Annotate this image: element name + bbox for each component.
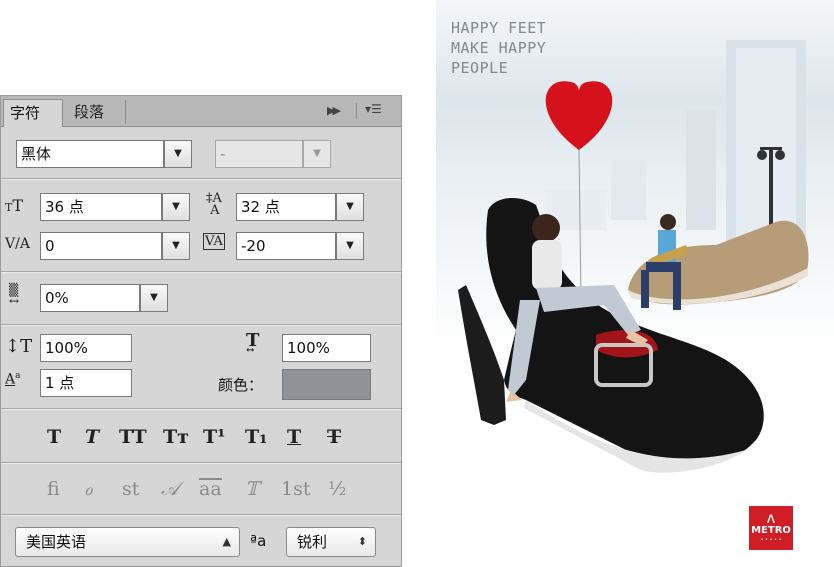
leading-field[interactable]: 32 点 bbox=[236, 193, 336, 221]
poster-headline: HAPPY FEET MAKE HAPPY PEOPLE bbox=[451, 18, 546, 78]
font-family-field[interactable]: 黑体 bbox=[16, 140, 164, 168]
antialias-select[interactable]: 锐利 ⬍ bbox=[286, 527, 376, 557]
subscript-button[interactable]: T₁ bbox=[245, 426, 267, 448]
font-size-field[interactable]: 36 点 bbox=[40, 193, 162, 221]
fractions-button[interactable]: ½ bbox=[328, 478, 346, 500]
faux-bold-button[interactable]: T bbox=[47, 426, 61, 448]
tracking-icon: VA bbox=[203, 233, 225, 250]
language-value: 美国英语 bbox=[26, 533, 87, 551]
language-select[interactable]: 美国英语 ▲ bbox=[15, 527, 240, 557]
chevron-down-icon: ▼ bbox=[346, 240, 354, 251]
building bbox=[686, 110, 716, 230]
divider bbox=[1, 271, 401, 273]
stylistic-alternates-button[interactable]: aa bbox=[199, 478, 222, 499]
all-caps-button[interactable]: TT bbox=[119, 426, 147, 448]
old-style-button[interactable]: ℴ bbox=[84, 478, 93, 500]
horizontal-scale-field[interactable]: 100% bbox=[282, 334, 371, 362]
chevron-down-icon: ▼ bbox=[346, 201, 354, 212]
kerning-icon: V/A bbox=[5, 236, 30, 252]
small-caps-button[interactable]: Tт bbox=[163, 426, 189, 448]
font-size-icon: TT bbox=[5, 196, 24, 215]
kerning-dropdown[interactable]: ▼ bbox=[162, 232, 190, 260]
baseline-shift-field[interactable]: 1 点 bbox=[40, 369, 132, 397]
divider bbox=[1, 408, 401, 410]
divider bbox=[1, 514, 401, 516]
tsume-dropdown[interactable]: ▼ bbox=[140, 284, 168, 312]
font-style-dropdown[interactable]: ▼ bbox=[303, 140, 331, 168]
kerning-field[interactable]: 0 bbox=[40, 232, 162, 260]
font-style-field[interactable]: - bbox=[215, 140, 303, 168]
leading-dropdown[interactable]: ▼ bbox=[336, 193, 364, 221]
logo-text: METRO bbox=[751, 525, 791, 536]
tsume-icon: ▒ ↔ bbox=[9, 283, 20, 308]
logo-dots: • • • • • bbox=[760, 537, 782, 543]
swash-button[interactable]: 𝒜 bbox=[161, 478, 179, 500]
antialias-icon: ªa bbox=[250, 532, 267, 550]
headline-line: PEOPLE bbox=[451, 59, 509, 77]
panel-menu-icon[interactable]: ▾☰ bbox=[365, 102, 382, 116]
poster-artwork bbox=[458, 40, 809, 473]
tracking-dropdown[interactable]: ▼ bbox=[336, 232, 364, 260]
font-family-dropdown[interactable]: ▼ bbox=[164, 140, 192, 168]
color-label: 颜色： bbox=[218, 376, 264, 394]
discretionary-ligatures-button[interactable]: st bbox=[122, 478, 139, 500]
heel bbox=[458, 285, 506, 425]
tracking-field[interactable]: -20 bbox=[236, 232, 336, 260]
leading-icon: ‡A A bbox=[206, 191, 222, 218]
chevron-down-icon: ▼ bbox=[172, 240, 180, 251]
headline-line: HAPPY FEET bbox=[451, 19, 547, 37]
underline-button[interactable]: T bbox=[287, 426, 301, 448]
headline-line: MAKE HAPPY bbox=[451, 39, 547, 57]
antialias-value: 锐利 bbox=[297, 533, 328, 551]
tab-divider bbox=[125, 100, 126, 124]
faux-italic-button[interactable]: T bbox=[85, 426, 99, 448]
lamp-post bbox=[769, 150, 773, 230]
tsume-field[interactable]: 0% bbox=[40, 284, 140, 312]
panel-tab-bar: 字符 段落 ▶▶ ▾☰ bbox=[1, 96, 401, 127]
vertical-scale-field[interactable]: 100% bbox=[40, 334, 132, 362]
chevron-down-icon: ▼ bbox=[172, 201, 180, 212]
metro-logo: ᴧ METRO • • • • • bbox=[749, 506, 793, 550]
strikethrough-button[interactable]: T bbox=[327, 426, 341, 448]
chevron-down-icon: ▼ bbox=[174, 148, 182, 159]
collapse-panel-icon[interactable]: ▶▶ bbox=[327, 104, 341, 117]
tab-paragraph[interactable]: 段落 bbox=[65, 99, 113, 125]
ligatures-button[interactable]: fi bbox=[47, 478, 60, 500]
poster-image: HAPPY FEET MAKE HAPPY PEOPLE ᴧ METRO • •… bbox=[436, 0, 834, 567]
font-size-dropdown[interactable]: ▼ bbox=[162, 193, 190, 221]
divider bbox=[1, 324, 401, 326]
ordinals-button[interactable]: 1st bbox=[281, 478, 310, 500]
character-panel: 字符 段落 ▶▶ ▾☰ 黑体 ▼ - ▼ TT 36 点 ▼ ‡A A 32 点… bbox=[0, 95, 402, 567]
updown-arrows-icon: ▲ bbox=[222, 535, 231, 548]
divider bbox=[1, 462, 401, 464]
chevron-down-icon: ▼ bbox=[313, 148, 321, 159]
heart-balloon bbox=[545, 81, 613, 150]
divider bbox=[1, 178, 401, 180]
woman bbox=[532, 214, 560, 242]
titling-alternates-button[interactable]: 𝕋 bbox=[245, 478, 259, 500]
chevron-down-icon: ▼ bbox=[150, 292, 158, 303]
horizontal-scale-icon: T ↔ bbox=[246, 330, 260, 356]
logo-mark-icon: ᴧ bbox=[766, 509, 776, 527]
updown-arrows-icon: ⬍ bbox=[357, 535, 367, 548]
tab-character[interactable]: 字符 bbox=[3, 99, 63, 127]
baseline-shift-icon: Aa bbox=[5, 371, 21, 388]
vertical-scale-icon: ↕T bbox=[5, 336, 33, 357]
text-color-swatch[interactable] bbox=[282, 369, 371, 400]
superscript-button[interactable]: T¹ bbox=[203, 426, 225, 448]
menu-divider bbox=[356, 103, 357, 119]
